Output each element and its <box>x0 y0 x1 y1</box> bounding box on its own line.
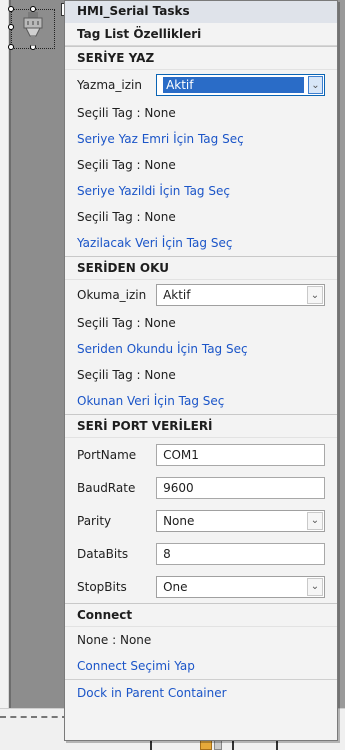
read-section-header: SERİDEN OKU <box>65 256 337 280</box>
panel-subtitle: Tag List Özellikleri <box>65 23 337 46</box>
stop-bits-label: StopBits <box>77 579 127 594</box>
write-link-row-1: Seriye Yaz Emri İçin Tag Seç <box>65 126 337 152</box>
read-permission-dropdown[interactable]: Aktif ⌄ <box>156 284 325 306</box>
parity-row: Parity None ⌄ <box>65 504 337 537</box>
parity-dropdown[interactable]: None ⌄ <box>156 509 325 532</box>
connect-select-link[interactable]: Connect Seçimi Yap <box>77 659 195 673</box>
parity-label: Parity <box>77 513 112 528</box>
read-permission-value: Aktif <box>163 288 191 302</box>
chevron-down-icon[interactable]: ⌄ <box>307 511 323 530</box>
stop-bits-dropdown[interactable]: One ⌄ <box>156 575 325 598</box>
baud-rate-input[interactable]: 9600 <box>156 476 325 499</box>
canvas-edge <box>0 0 9 708</box>
write-link-row-3: Yazilacak Veri İçin Tag Seç <box>65 230 337 256</box>
serial-port-component[interactable] <box>8 6 58 52</box>
data-bits-input[interactable]: 8 <box>156 542 325 565</box>
data-bits-label: DataBits <box>77 546 129 561</box>
read-link-row-1: Seriden Okundu İçin Tag Seç <box>65 336 337 362</box>
data-bits-row: DataBits 8 <box>65 537 337 570</box>
selected-tag-text: Seçili Tag : None <box>77 106 176 120</box>
selection-dashed-line <box>0 716 68 718</box>
canvas-divider <box>9 0 11 708</box>
selected-tag-text: Seçili Tag : None <box>77 158 176 172</box>
panel-title: HMI_Serial Tasks <box>65 1 337 23</box>
dock-link-row: Dock in Parent Container <box>65 679 337 705</box>
port-name-input[interactable]: COM1 <box>156 443 325 466</box>
write-selected-tag-1: Seçili Tag : None <box>65 100 337 126</box>
write-selected-tag-2: Seçili Tag : None <box>65 152 337 178</box>
stop-bits-row: StopBits One ⌄ <box>65 570 337 603</box>
port-section-header: SERİ PORT VERİLERİ <box>65 414 337 438</box>
right-gutter <box>337 0 345 750</box>
selected-tag-text: Seçili Tag : None <box>77 368 176 382</box>
resize-handle[interactable] <box>8 6 14 12</box>
selected-tag-text: Seçili Tag : None <box>77 210 176 224</box>
write-permission-row: Yazma_izin Aktif ⌄ <box>65 70 337 100</box>
read-data-tag-link[interactable]: Okunan Veri İçin Tag Seç <box>77 394 224 408</box>
write-permission-value: Aktif <box>163 77 304 93</box>
read-selected-tag-1: Seçili Tag : None <box>65 310 337 336</box>
port-name-label: PortName <box>77 447 137 462</box>
resize-handle[interactable] <box>8 44 14 50</box>
read-permission-row: Okuma_izin Aktif ⌄ <box>65 280 337 310</box>
write-data-tag-link[interactable]: Yazilacak Veri İçin Tag Seç <box>77 236 232 250</box>
baud-rate-label: BaudRate <box>77 480 136 495</box>
read-permission-label: Okuma_izin <box>77 288 147 302</box>
write-permission-label: Yazma_izin <box>77 78 142 92</box>
chevron-down-icon[interactable]: ⌄ <box>307 76 323 94</box>
write-section-header: SERİYE YAZ <box>65 46 337 70</box>
connect-link-row: Connect Seçimi Yap <box>65 653 337 679</box>
write-command-tag-link[interactable]: Seriye Yaz Emri İçin Tag Seç <box>77 132 244 146</box>
read-selected-tag-2: Seçili Tag : None <box>65 362 337 388</box>
write-permission-dropdown[interactable]: Aktif ⌄ <box>156 74 325 96</box>
connect-section-header: Connect <box>65 603 337 627</box>
connect-status: None : None <box>77 633 152 647</box>
read-done-tag-link[interactable]: Seriden Okundu İçin Tag Seç <box>77 342 248 356</box>
connect-status-row: None : None <box>65 627 337 653</box>
port-name-row: PortName COM1 <box>65 438 337 471</box>
read-link-row-2: Okunan Veri İçin Tag Seç <box>65 388 337 414</box>
write-selected-tag-3: Seçili Tag : None <box>65 204 337 230</box>
write-link-row-2: Seriye Yazildi İçin Tag Seç <box>65 178 337 204</box>
chevron-down-icon[interactable]: ⌄ <box>307 286 323 304</box>
serial-port-icon <box>23 12 43 46</box>
dock-in-parent-link[interactable]: Dock in Parent Container <box>77 686 227 700</box>
write-done-tag-link[interactable]: Seriye Yazildi İçin Tag Seç <box>77 184 230 198</box>
chevron-down-icon[interactable]: ⌄ <box>307 577 323 596</box>
stop-bits-value: One <box>163 579 188 594</box>
smart-tag-panel: HMI_Serial Tasks Tag List Özellikleri SE… <box>64 0 338 741</box>
resize-handle[interactable] <box>8 24 14 30</box>
baud-rate-row: BaudRate 9600 <box>65 471 337 504</box>
parity-value: None <box>163 513 195 528</box>
selected-tag-text: Seçili Tag : None <box>77 316 176 330</box>
